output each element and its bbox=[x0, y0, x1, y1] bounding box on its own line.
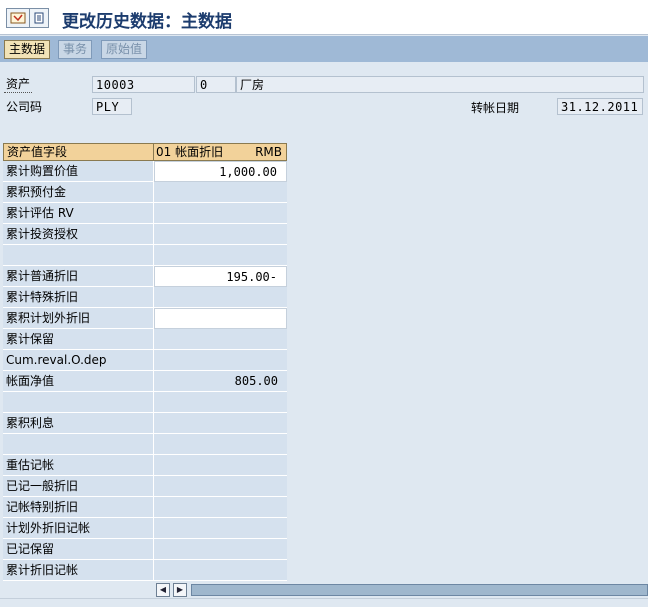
table-row: 累积计划外折旧 bbox=[3, 308, 287, 329]
column-header-currency: RMB bbox=[255, 145, 282, 159]
value-cell bbox=[154, 539, 287, 560]
row-label bbox=[3, 434, 154, 455]
row-label: 累积预付金 bbox=[3, 182, 154, 203]
asset-number-field[interactable]: 10003 bbox=[92, 76, 195, 93]
arrow-right-icon[interactable]: ▶ bbox=[173, 583, 187, 597]
table-row: 累计普通折旧 195.00- bbox=[3, 266, 287, 287]
row-label bbox=[3, 392, 154, 413]
value-cell bbox=[154, 245, 287, 266]
table-row bbox=[3, 434, 287, 455]
row-label: Cum.reval.O.dep bbox=[3, 350, 154, 371]
value-cell bbox=[154, 350, 287, 371]
company-code-label: 公司码 bbox=[6, 100, 43, 114]
value-cell bbox=[154, 224, 287, 245]
row-label: 重估记帐 bbox=[3, 455, 154, 476]
tab-master-data[interactable]: 主数据 bbox=[4, 40, 51, 59]
table-row: 累计评估 RV bbox=[3, 203, 287, 224]
table-row: 已记保留 bbox=[3, 539, 287, 560]
table-row: 已记一般折旧 bbox=[3, 476, 287, 497]
asset-label: 资产 bbox=[4, 77, 33, 93]
table-row: 累计折旧记帐 bbox=[3, 560, 287, 581]
value-cell bbox=[154, 392, 287, 413]
table-row: 计划外折旧记帐 bbox=[3, 518, 287, 539]
column-header-depreciation-area: 01 帐面折旧 RMB bbox=[154, 144, 286, 160]
page-title: 更改历史数据：主数据 bbox=[62, 12, 232, 32]
table-header: 资产值字段 01 帐面折旧 RMB bbox=[3, 143, 287, 161]
table-row bbox=[3, 392, 287, 413]
value-cell bbox=[154, 476, 287, 497]
tab-transactions[interactable]: 事务 bbox=[58, 40, 93, 59]
horizontal-scrollbar[interactable]: ◀ ▶ bbox=[153, 583, 648, 597]
table-body: 累计购置价值 1,000.00 累积预付金 累计评估 RV 累计投资授权 累计普通折旧 19… bbox=[3, 161, 287, 581]
row-label: 计划外折旧记帐 bbox=[3, 518, 154, 539]
value-cell bbox=[154, 287, 287, 308]
scrollbar-track[interactable] bbox=[191, 584, 648, 596]
row-label: 累计特殊折旧 bbox=[3, 287, 154, 308]
arrow-left-icon[interactable]: ◀ bbox=[156, 583, 170, 597]
title-bar: 更改历史数据：主数据 bbox=[0, 0, 648, 35]
row-label: 累计普通折旧 bbox=[3, 266, 154, 287]
value-cell bbox=[154, 434, 287, 455]
row-label bbox=[3, 245, 154, 266]
table-row: 累计投资授权 bbox=[3, 224, 287, 245]
value-input[interactable]: 195.00- bbox=[154, 266, 287, 287]
posting-date-field[interactable]: 31.12.2011 bbox=[557, 98, 643, 115]
table-row: 累计保留 bbox=[3, 329, 287, 350]
column-header-field: 资产值字段 bbox=[4, 144, 154, 160]
row-label: 累计投资授权 bbox=[3, 224, 154, 245]
document-icon[interactable] bbox=[29, 8, 49, 28]
row-label: 已记保留 bbox=[3, 539, 154, 560]
column-header-area-label: 01 帐面折旧 bbox=[156, 145, 224, 159]
value-cell bbox=[154, 329, 287, 350]
row-label: 累计折旧记帐 bbox=[3, 560, 154, 581]
row-label: 累计评估 RV bbox=[3, 203, 154, 224]
row-label: 累计保留 bbox=[3, 329, 154, 350]
table-row bbox=[3, 245, 287, 266]
row-label: 记帐特别折旧 bbox=[3, 497, 154, 518]
value-cell bbox=[154, 455, 287, 476]
row-label: 帐面净值 bbox=[3, 371, 154, 392]
value-input[interactable]: 1,000.00 bbox=[154, 161, 287, 182]
value-cell bbox=[154, 560, 287, 581]
value-cell bbox=[154, 203, 287, 224]
table-row: 累积利息 bbox=[3, 413, 287, 434]
asset-values-table: 资产值字段 01 帐面折旧 RMB 累计购置价值 1,000.00 累积预付金 累计评… bbox=[3, 143, 287, 581]
row-label: 累积利息 bbox=[3, 413, 154, 434]
table-row: 累计特殊折旧 bbox=[3, 287, 287, 308]
row-label: 累计购置价值 bbox=[3, 161, 154, 182]
value-cell bbox=[154, 518, 287, 539]
tab-bar: 主数据 事务 原始值 bbox=[0, 36, 648, 62]
display-change-icon[interactable] bbox=[6, 8, 30, 28]
table-row: 重估记帐 bbox=[3, 455, 287, 476]
value-cell bbox=[154, 497, 287, 518]
row-label: 已记一般折旧 bbox=[3, 476, 154, 497]
table-row: 记帐特别折旧 bbox=[3, 497, 287, 518]
table-row: 帐面净值 805.00 bbox=[3, 371, 287, 392]
table-row: 累计购置价值 1,000.00 bbox=[3, 161, 287, 182]
asset-description-field[interactable]: 厂房 bbox=[236, 76, 644, 93]
value-cell bbox=[154, 182, 287, 203]
asset-subnumber-field[interactable]: 0 bbox=[196, 76, 236, 93]
table-row: 累积预付金 bbox=[3, 182, 287, 203]
table-row: Cum.reval.O.dep bbox=[3, 350, 287, 371]
value-cell bbox=[154, 413, 287, 434]
company-code-field[interactable]: PLY bbox=[92, 98, 132, 115]
posting-date-label: 转帐日期 bbox=[471, 101, 520, 115]
value-cell: 805.00 bbox=[154, 371, 287, 392]
tab-original-value[interactable]: 原始值 bbox=[101, 40, 148, 59]
value-input[interactable] bbox=[154, 308, 287, 329]
row-label: 累积计划外折旧 bbox=[3, 308, 154, 329]
